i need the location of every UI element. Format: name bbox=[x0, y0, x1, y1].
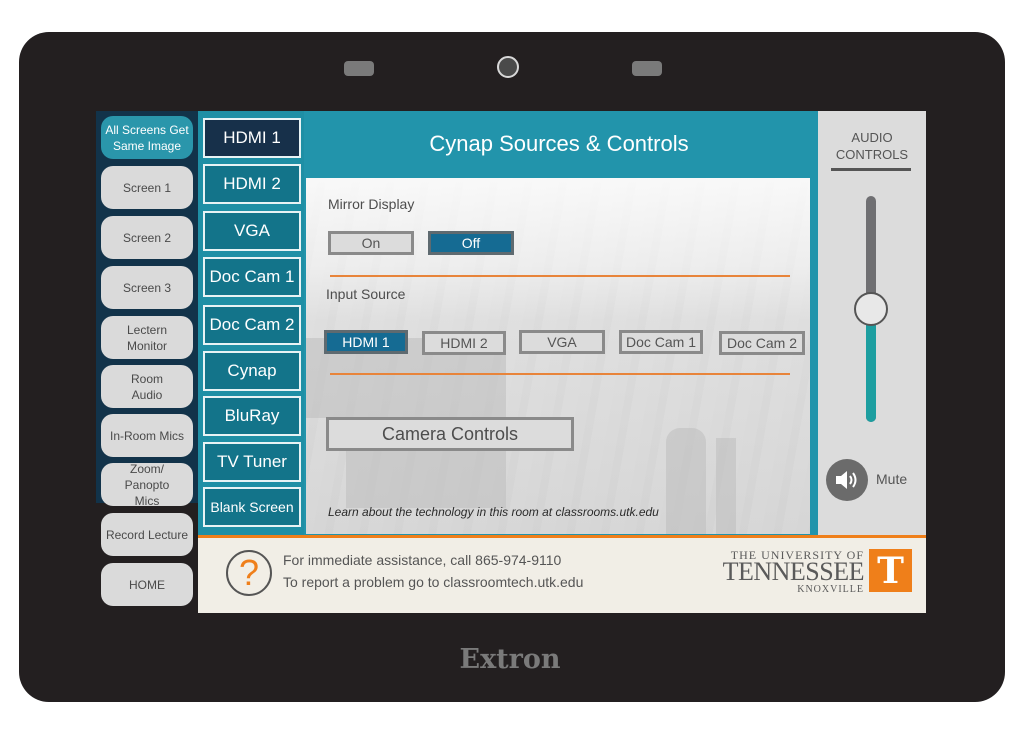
source-hdmi-2-button[interactable]: HDMI 2 bbox=[203, 164, 301, 204]
mirror-display-label: Mirror Display bbox=[328, 196, 415, 212]
input-source-label: Input Source bbox=[326, 286, 406, 302]
input-doc-cam-1-button[interactable]: Doc Cam 1 bbox=[619, 330, 703, 354]
nav-lectern-monitor-button[interactable]: Lectern Monitor bbox=[101, 316, 193, 359]
speaker-icon bbox=[836, 471, 857, 489]
page-title: Cynap Sources & Controls bbox=[429, 131, 689, 156]
source-cynap-button[interactable]: Cynap bbox=[203, 351, 301, 391]
source-column: HDMI 1 HDMI 2 VGA Doc Cam 1 Doc Cam 2 Cy… bbox=[198, 111, 304, 535]
mute-label: Mute bbox=[876, 471, 908, 487]
input-doc-cam-2-button[interactable]: Doc Cam 2 bbox=[719, 331, 805, 355]
help-footer: ? For immediate assistance, call 865-974… bbox=[198, 535, 926, 613]
nav-room-audio-button[interactable]: Room Audio bbox=[101, 365, 193, 408]
divider bbox=[330, 373, 790, 375]
divider bbox=[330, 275, 790, 277]
touch-screen: All Screens Get Same Image Screen 1 Scre… bbox=[96, 111, 926, 613]
input-vga-button[interactable]: VGA bbox=[519, 330, 605, 354]
light-sensor-left bbox=[344, 61, 374, 76]
main-panel: Cynap Sources & Controls Mirror Display … bbox=[304, 111, 814, 535]
utk-logo: THE UNIVERSITY OF TENNESSEE KNOXVILLE T bbox=[723, 548, 916, 596]
camera-controls-button[interactable]: Camera Controls bbox=[326, 417, 574, 451]
source-doc-cam-2-button[interactable]: Doc Cam 2 bbox=[203, 305, 301, 345]
assistance-phone-text: For immediate assistance, call 865-974-9… bbox=[283, 552, 562, 568]
nav-screen-1-button[interactable]: Screen 1 bbox=[101, 166, 193, 209]
audio-controls-title: AUDIO CONTROLS bbox=[835, 130, 909, 162]
extron-logo: Extron bbox=[459, 644, 561, 675]
camera-lens bbox=[497, 56, 519, 78]
source-vga-button[interactable]: VGA bbox=[203, 211, 301, 251]
mirror-on-button[interactable]: On bbox=[328, 231, 414, 255]
content-area: Mirror Display On Off Input Source HDMI … bbox=[306, 178, 810, 534]
source-tv-tuner-button[interactable]: TV Tuner bbox=[203, 442, 301, 482]
audio-title-underline bbox=[831, 168, 911, 171]
left-nav: All Screens Get Same Image Screen 1 Scre… bbox=[96, 111, 198, 613]
nav-zoom-panopto-mics-button[interactable]: Zoom/ Panopto Mics bbox=[101, 462, 193, 508]
volume-slider-thumb[interactable] bbox=[854, 292, 888, 326]
source-bluray-button[interactable]: BluRay bbox=[203, 396, 301, 436]
audio-controls-panel: AUDIO CONTROLS Mute bbox=[814, 111, 926, 535]
input-hdmi-2-button[interactable]: HDMI 2 bbox=[422, 331, 506, 355]
learn-more-text: Learn about the technology in this room … bbox=[328, 505, 659, 519]
nav-screen-2-button[interactable]: Screen 2 bbox=[101, 216, 193, 259]
background-photo-tower bbox=[716, 438, 736, 534]
nav-record-lecture-button[interactable]: Record Lecture bbox=[101, 513, 193, 556]
nav-in-room-mics-button[interactable]: In-Room Mics bbox=[101, 414, 193, 457]
light-sensor-right bbox=[632, 61, 662, 76]
nav-all-screens-button[interactable]: All Screens Get Same Image bbox=[101, 116, 193, 159]
nav-home-button[interactable]: HOME bbox=[101, 563, 193, 606]
background-photo-block bbox=[346, 448, 506, 508]
source-doc-cam-1-button[interactable]: Doc Cam 1 bbox=[203, 257, 301, 297]
nav-screen-3-button[interactable]: Screen 3 bbox=[101, 266, 193, 309]
source-hdmi-1-button[interactable]: HDMI 1 bbox=[203, 118, 301, 158]
background-photo-tower bbox=[666, 428, 706, 534]
utk-power-t-icon: T bbox=[869, 549, 912, 592]
report-problem-text: To report a problem go to classroomtech.… bbox=[283, 574, 584, 590]
source-blank-screen-button[interactable]: Blank Screen bbox=[203, 487, 301, 527]
input-hdmi-1-button[interactable]: HDMI 1 bbox=[324, 330, 408, 354]
help-question-icon: ? bbox=[226, 550, 272, 596]
mirror-off-button[interactable]: Off bbox=[428, 231, 514, 255]
mute-button[interactable] bbox=[826, 459, 868, 501]
